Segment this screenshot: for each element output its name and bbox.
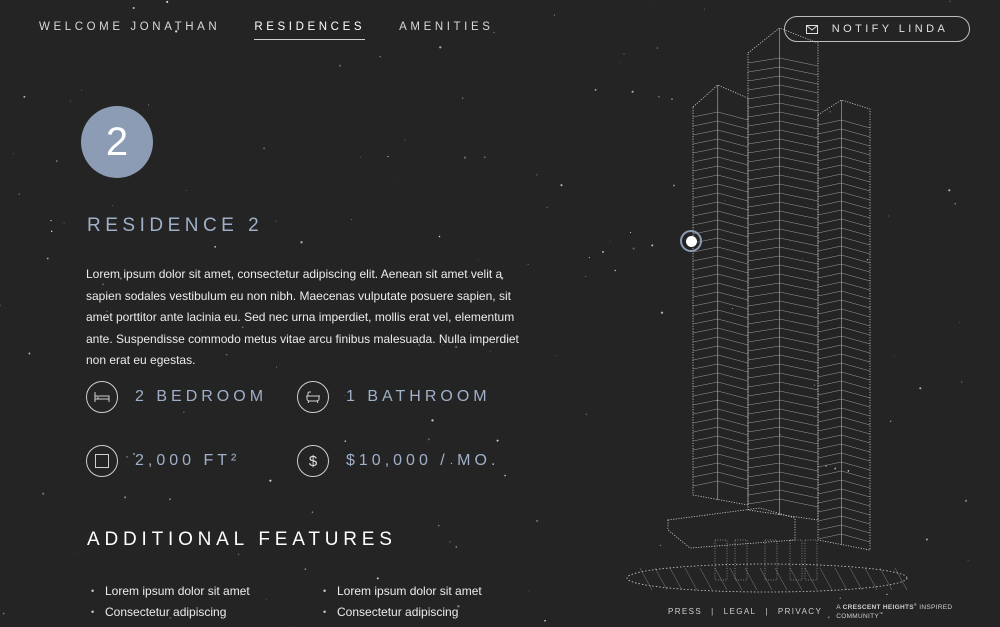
building-wireframe-illustration [626,27,908,593]
features-title: ADDITIONAL FEATURES [87,529,397,550]
brand-name: CRESCENT HEIGHTS [842,604,914,612]
stat-bedroom: 2 BEDROOM [86,381,267,413]
stat-bathroom: 1 BATHROOM [297,381,491,413]
bathtub-icon [297,381,329,413]
footer: PRESS | LEGAL | PRIVACY A CRESCENT HEIGH… [668,602,1000,620]
brand-prefix: A [836,604,841,612]
feature-item: Lorem ipsum dolor sit amet [89,581,250,602]
footer-press-link[interactable]: PRESS [668,607,702,616]
price-value: $10,000 / MO. [346,452,500,469]
footer-legal-link[interactable]: LEGAL [724,607,757,616]
square-footage-icon [86,445,118,477]
stat-area: 2,000 FT² [86,445,240,477]
footer-separator: | [765,606,769,616]
feature-item: Consectetur adipiscing [321,602,482,623]
nav-amenities[interactable]: AMENITIES [399,21,493,40]
stat-price: $ $10,000 / MO. [297,445,499,477]
feature-item: Lorem ipsum dolor sit amet [321,581,482,602]
residence-description: Lorem ipsum dolor sit amet, consectetur … [86,267,519,367]
footer-separator: | [711,606,715,616]
dollar-icon: $ [297,445,329,477]
footer-brand: A CRESCENT HEIGHTS® INSPIRED COMMUNITY™ [836,602,953,621]
nav-welcome[interactable]: WELCOME JONATHAN [39,21,220,40]
bathroom-count: 1 BATHROOM [346,388,491,405]
bedroom-count: 2 BEDROOM [135,388,268,405]
features-list-right: Lorem ipsum dolor sit amet Consectetur a… [321,581,482,623]
features-list-left: Lorem ipsum dolor sit amet Consectetur a… [89,581,250,623]
area-value: 2,000 FT² [135,452,241,469]
nav-residences[interactable]: RESIDENCES [254,21,366,40]
residence-number-badge: 2 [81,106,153,178]
feature-item: Consectetur adipiscing [89,602,250,623]
pin-dot [685,235,697,247]
unit-location-pin[interactable] [680,230,702,252]
top-nav: WELCOME JONATHAN RESIDENCES AMENITIES [39,21,528,40]
footer-privacy-link[interactable]: PRIVACY [778,607,822,616]
bed-icon [86,381,118,413]
residence-title: RESIDENCE 2 [87,215,264,236]
